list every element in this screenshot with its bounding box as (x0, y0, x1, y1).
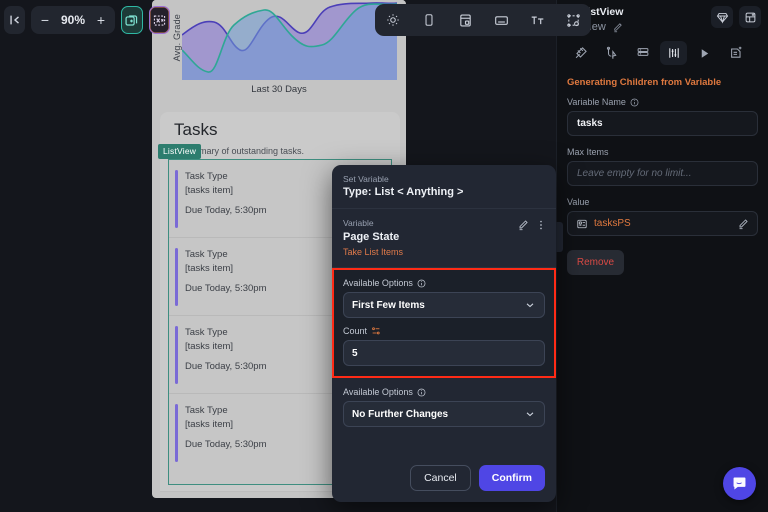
task-accent-bar (175, 404, 178, 462)
task-accent-bar (175, 170, 178, 228)
available-options-label-2: Available Options (343, 387, 545, 397)
panel-header-buttons (711, 6, 761, 28)
cancel-button[interactable]: Cancel (410, 465, 471, 491)
variable-section-actions (517, 219, 547, 231)
remove-button[interactable]: Remove (567, 250, 624, 275)
variable-name-input[interactable]: tasks (567, 111, 758, 136)
available-options-select-2[interactable]: No Further Changes (343, 401, 545, 427)
confirm-button[interactable]: Confirm (478, 465, 545, 491)
canvas-top-left-toolbar: − 90% + (0, 0, 170, 40)
value-label: Value (567, 197, 590, 207)
chat-bubble-icon[interactable] (723, 467, 756, 500)
panel-collapse-icon[interactable] (4, 6, 25, 34)
layout-settings-icon[interactable] (559, 7, 587, 33)
tab-styles[interactable] (567, 41, 594, 65)
zoom-control[interactable]: − 90% + (31, 6, 115, 34)
chevron-down-icon (524, 408, 536, 420)
add-panel-icon[interactable] (739, 6, 761, 28)
section-title: Generating Children from Variable (567, 77, 722, 88)
available-options-value-2: No Further Changes (352, 408, 449, 420)
diamond-icon[interactable] (711, 6, 733, 28)
info-icon[interactable] (417, 279, 426, 288)
set-variable-dialog: Set Variable Type: List < Anything > Var… (332, 165, 556, 502)
modal-pointer-notch (555, 222, 563, 252)
tab-actions[interactable] (598, 41, 625, 65)
dialog-eyebrow: Set Variable (343, 174, 389, 184)
text-size-icon[interactable] (523, 7, 551, 33)
variable-name-label: Variable Name (567, 97, 758, 107)
canvas-preview-toolbar (375, 4, 591, 36)
add-component-icon[interactable] (121, 6, 143, 34)
tab-run[interactable] (691, 41, 718, 65)
info-icon[interactable] (417, 388, 426, 397)
tab-variables[interactable] (660, 41, 687, 65)
panel-body: Generating Children from Variable Variab… (557, 65, 768, 275)
panel-tab-bar (557, 33, 768, 65)
variable-icon (576, 218, 588, 230)
tasks-title: Tasks (174, 120, 218, 139)
value-text: tasksPS (594, 218, 631, 229)
variable-section: Variable Page State Take List Items (332, 209, 556, 268)
count-label: Count (343, 326, 545, 336)
available-options-select[interactable]: First Few Items (343, 292, 545, 318)
count-value: 5 (352, 347, 358, 359)
variable-binding-icon[interactable] (371, 326, 381, 336)
zoom-out-button[interactable]: − (35, 8, 55, 32)
pencil-icon[interactable] (612, 22, 623, 33)
dialog-header: Set Variable Type: List < Anything > (332, 165, 556, 209)
max-items-input[interactable]: Leave empty for no limit... (567, 161, 758, 186)
right-properties-panel: ListView ListView (556, 0, 768, 512)
count-input[interactable]: 5 (343, 340, 545, 366)
available-options-label: Available Options (343, 278, 545, 288)
highlighted-options-group: Available Options First Few Items Count (332, 268, 556, 378)
app-root: − 90% + Avg. Grade Last 30 Days Tasks A … (0, 0, 768, 512)
secondary-options-group: Available Options No Further Changes (332, 378, 556, 436)
chart-x-axis-label: Last 30 Days (251, 84, 307, 95)
tab-backend[interactable] (629, 41, 656, 65)
zoom-in-button[interactable]: + (91, 8, 111, 32)
variable-label: Variable (343, 218, 374, 228)
dialog-type-line: Type: List < Anything > (343, 186, 464, 198)
avg-grade-area-chart (182, 2, 397, 80)
ai-generate-icon[interactable] (148, 6, 170, 34)
theme-toggle-icon[interactable] (379, 7, 407, 33)
take-list-items-link[interactable]: Take List Items (343, 247, 545, 257)
available-options-value: First Few Items (352, 299, 425, 311)
chart-y-axis-label: Avg. Grade (172, 14, 182, 62)
listview-selection-badge[interactable]: ListView (158, 144, 202, 159)
value-field[interactable]: tasksPS (567, 211, 758, 236)
mobile-preview-icon[interactable] (415, 7, 443, 33)
info-icon[interactable] (630, 98, 639, 107)
task-accent-bar (175, 248, 178, 306)
pencil-icon[interactable] (737, 218, 749, 230)
chevron-down-icon (524, 299, 536, 311)
dialog-footer: Cancel Confirm (332, 454, 556, 502)
avg-grade-chart-card: Avg. Grade Last 30 Days (154, 0, 404, 110)
desktop-preview-icon[interactable] (487, 7, 515, 33)
more-vertical-icon[interactable] (535, 219, 547, 231)
variable-source-name: Page State (343, 231, 400, 243)
tab-docs[interactable] (722, 41, 749, 65)
tablet-preview-icon[interactable] (451, 7, 479, 33)
max-items-label: Max Items (567, 147, 609, 157)
zoom-level-value: 90% (60, 13, 86, 27)
task-accent-bar (175, 326, 178, 384)
pencil-icon[interactable] (517, 219, 529, 231)
